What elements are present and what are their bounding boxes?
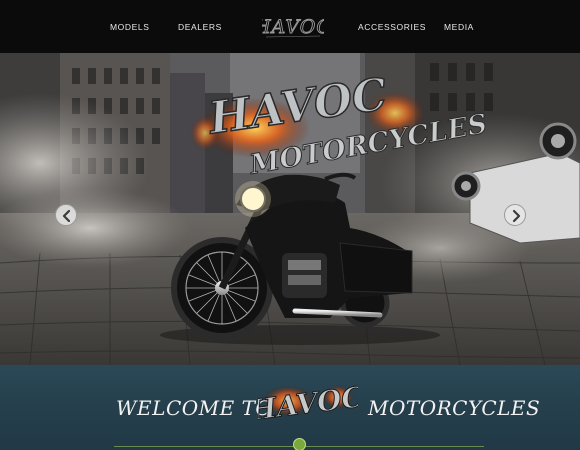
nav-link-dealers[interactable]: DEALERS xyxy=(178,22,222,32)
welcome-section: WELCOME TO HAVOC MOTORCYCLES xyxy=(0,365,580,450)
hero-slider: HAVOC MOTORCYCLES xyxy=(0,53,580,365)
slider-next-button[interactable] xyxy=(504,204,526,226)
welcome-logo-text: HAVOC xyxy=(258,380,358,427)
nav-link-accessories[interactable]: ACCESSORIES xyxy=(358,22,426,32)
chevron-right-icon xyxy=(512,209,521,223)
havoc-logo[interactable]: HAVOC xyxy=(253,10,332,42)
welcome-prefix: WELCOME TO xyxy=(116,396,273,420)
welcome-havoc-logo: HAVOC xyxy=(258,380,358,428)
nav-link-media[interactable]: MEDIA xyxy=(444,22,474,32)
nav-logo-text: HAVOC xyxy=(262,16,324,38)
gear-ornament-icon xyxy=(293,438,306,450)
hero-image: HAVOC MOTORCYCLES xyxy=(0,53,580,365)
nav-link-models[interactable]: MODELS xyxy=(110,22,150,32)
top-navigation: MODELS DEALERS HAVOC ACCESSORIES MEDIA xyxy=(0,0,580,53)
welcome-suffix: MOTORCYCLES xyxy=(368,396,541,420)
chevron-left-icon xyxy=(62,209,71,223)
slider-prev-button[interactable] xyxy=(55,204,77,226)
